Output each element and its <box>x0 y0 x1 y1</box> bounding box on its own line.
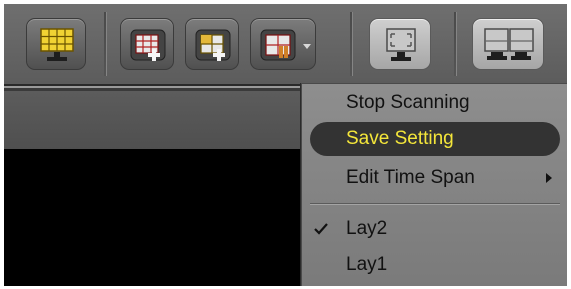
menu-separator <box>310 203 560 205</box>
menu-item-lay1[interactable]: Lay1 <box>310 248 560 282</box>
toolbar-separator <box>454 12 457 76</box>
monitor-grid-icon <box>40 28 74 61</box>
split-monitor-button[interactable] <box>472 18 544 70</box>
menu-item-label: Edit Time Span <box>346 167 475 188</box>
toolbar-separator <box>104 12 107 76</box>
toolbar-separator <box>350 12 353 76</box>
chevron-down-icon <box>303 44 311 49</box>
layout-dropdown-icon <box>260 29 311 61</box>
add-layout-button[interactable] <box>120 18 174 70</box>
menu-item-label: Stop Scanning <box>346 92 470 113</box>
fullscreen-monitor-button[interactable] <box>369 18 431 70</box>
context-menu: Stop Scanning Save Setting Edit Time Spa… <box>301 83 567 286</box>
menu-item-label: Save Setting <box>346 128 454 149</box>
menu-item-stop-scanning[interactable]: Stop Scanning <box>310 86 560 120</box>
monitor-layout-button[interactable] <box>26 18 86 70</box>
submenu-arrow-icon <box>546 173 552 183</box>
add-layout-icon <box>130 29 166 61</box>
menu-item-save-setting[interactable]: Save Setting <box>310 122 560 156</box>
menu-item-lay2[interactable]: Lay2 <box>310 212 560 246</box>
layout-dropdown-button[interactable] <box>250 18 316 70</box>
checkmark-icon <box>314 223 328 235</box>
menu-item-edit-time-span[interactable]: Edit Time Span <box>310 161 560 195</box>
add-layout-alt-icon <box>195 29 231 61</box>
video-surveillance-window: Stop Scanning Save Setting Edit Time Spa… <box>4 4 567 286</box>
menu-item-label: Lay2 <box>346 218 388 239</box>
toolbar <box>4 4 567 84</box>
add-layout-alt-button[interactable] <box>185 18 239 70</box>
fullscreen-monitor-icon <box>386 28 416 61</box>
split-monitor-icon <box>484 28 534 60</box>
menu-item-label: Lay1 <box>346 254 388 275</box>
